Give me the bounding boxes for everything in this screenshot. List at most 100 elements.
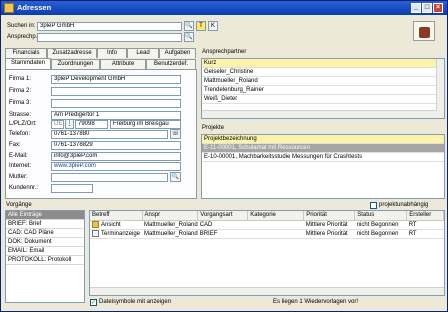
- email-label: E-Mail:: [9, 153, 28, 159]
- projektunabhaengig-checkbox[interactable]: [370, 202, 377, 209]
- tab-zusatzadresse[interactable]: Zusatzadresse: [47, 48, 97, 58]
- cell-status: nicht Begonnen: [354, 220, 407, 230]
- projekte-header[interactable]: Projektbezeichnung: [202, 135, 444, 144]
- vorgangsart-filter-list: Alle Einträge BRIEF: Brief CAD: CAD Plän…: [5, 210, 85, 303]
- ansprechpartner-scrollbar[interactable]: [436, 59, 444, 118]
- table-row[interactable]: Terminanzeige Mattmueller_Roland BRIEF M…: [90, 229, 444, 239]
- list-item[interactable]: E-11-00001, Schulamat mit Ressourcen: [202, 144, 444, 153]
- firma2-label: Firma 2:: [9, 88, 32, 94]
- mutter-lookup-icon[interactable]: 🔍: [170, 172, 181, 182]
- column-status[interactable]: Status: [354, 211, 408, 221]
- column-betreff[interactable]: Betreff: [90, 211, 143, 221]
- cell-betreff-text: Terminanzeige: [101, 231, 141, 238]
- list-item[interactable]: Mattmueller_Roland: [202, 77, 444, 86]
- cell-kategorie: [247, 229, 304, 239]
- table-row[interactable]: Ansicht Mattmueller_Roland CAD Mittlere …: [90, 220, 444, 230]
- k-button[interactable]: K: [208, 21, 218, 31]
- list-item[interactable]: Geiseler_Christine: [202, 68, 444, 77]
- tab-benutzerdef[interactable]: Benutzerdef.: [146, 59, 196, 69]
- firma3-field[interactable]: [51, 99, 181, 108]
- cell-betreff: Ansicht: [90, 220, 142, 230]
- tab-financials[interactable]: Financials: [5, 48, 47, 58]
- telefon-field[interactable]: 0761-137880: [51, 130, 168, 139]
- maximize-button[interactable]: □: [422, 3, 432, 13]
- ansprechpartner-header[interactable]: Kurz: [202, 59, 444, 68]
- strasse-label: Strasse:: [9, 112, 32, 118]
- minimize-button[interactable]: _: [411, 3, 421, 13]
- cell-status: nicht Begonnen: [354, 229, 407, 239]
- cell-anspr: Mattmueller_Roland: [142, 229, 198, 239]
- tab-aufgaben[interactable]: Aufgaben: [159, 48, 196, 58]
- tab-zuordnungen[interactable]: Zuordnungen: [51, 59, 100, 69]
- internet-field[interactable]: www.3pleP.com: [51, 162, 181, 171]
- list-item[interactable]: Trendelenburg_Rainer: [202, 86, 444, 95]
- cell-vorgangsart: CAD: [197, 220, 248, 230]
- list-item[interactable]: Alle Einträge: [6, 211, 84, 220]
- dateisymbole-checkbox[interactable]: [90, 299, 97, 306]
- close-button[interactable]: ×: [433, 3, 443, 13]
- ansprech-field[interactable]: [37, 33, 182, 42]
- list-item[interactable]: BRIEF: Brief: [6, 220, 84, 229]
- list-item[interactable]: PROTOKOLL: Protokoll: [6, 256, 84, 265]
- column-anspr[interactable]: Anspr: [142, 211, 199, 221]
- app-icon: [4, 3, 14, 13]
- column-prioritaet[interactable]: Priorität: [303, 211, 356, 221]
- dateisymbole-label: Dateisymbole mit anzeigen: [99, 299, 172, 305]
- cell-ersteller: RT: [406, 220, 444, 230]
- column-ersteller[interactable]: Ersteller: [406, 211, 444, 221]
- vorgaenge-title: Vorgänge: [6, 202, 32, 208]
- search-lookup-icon[interactable]: 🔍: [184, 21, 194, 31]
- cell-betreff-text: Ansicht: [101, 222, 121, 229]
- firma2-field[interactable]: [51, 87, 181, 96]
- fax-label: Fax:: [9, 142, 21, 148]
- telefon-label: Telefon:: [9, 131, 31, 137]
- vorgaenge-hscroll[interactable]: [90, 287, 444, 295]
- plz-field[interactable]: 79098: [75, 120, 108, 129]
- kundennr-label: Kundennr.:: [9, 185, 39, 191]
- lplz-label: L/PLZ/Ort:: [9, 121, 37, 127]
- suchen-label: Suchen in:: [7, 23, 36, 29]
- table-header-row: Betreff Anspr Vorgangsart Kategorie Prio…: [90, 211, 444, 221]
- device-icon[interactable]: [413, 21, 435, 41]
- list-item[interactable]: E-10-00001, Machbarkeitsstudie Messungen…: [202, 153, 444, 162]
- wiedervorlagen-status: Es liegen 1 Wiedervorlagen vor!: [273, 299, 359, 305]
- list-item[interactable]: Weiß_Dieter: [202, 95, 444, 104]
- tab-info[interactable]: Info: [97, 48, 127, 58]
- cell-anspr: Mattmueller_Roland: [142, 220, 198, 230]
- suchen-field[interactable]: 3pleP GmbH: [37, 22, 182, 31]
- list-item[interactable]: CAD: CAD Pläne: [6, 229, 84, 238]
- adressen-window: Adressen _ □ × Suchen in: 3pleP GmbH 🔍 T…: [0, 0, 448, 312]
- land-field[interactable]: DE: [51, 120, 64, 129]
- mutter-field[interactable]: [51, 173, 168, 182]
- tab-stammdaten[interactable]: Stammdaten: [5, 58, 51, 69]
- cell-kategorie: [247, 220, 304, 230]
- cell-ersteller: RT: [406, 229, 444, 239]
- land-dropdown-icon[interactable]: ⋮: [65, 119, 74, 129]
- ansprech-label: Ansprechp.: [7, 34, 38, 40]
- column-kategorie[interactable]: Kategorie: [247, 211, 305, 221]
- email-field[interactable]: info@3pleP.com: [51, 152, 181, 161]
- firma3-label: Firma 3:: [9, 100, 32, 106]
- column-vorgangsart[interactable]: Vorgangsart: [197, 211, 249, 221]
- internet-label: Internet:: [9, 163, 32, 169]
- fax-field[interactable]: 0761-1378829: [51, 141, 181, 150]
- cell-betreff: Terminanzeige: [90, 229, 142, 239]
- ansprechpartner-hscroll[interactable]: [202, 110, 437, 118]
- projekte-list: Projektbezeichnung E-11-00001, Schulamat…: [201, 134, 445, 199]
- tab-attribute[interactable]: Attribute: [100, 59, 146, 69]
- ansprech-lookup-icon[interactable]: 🔍: [184, 32, 194, 42]
- ort-field[interactable]: Freiburg im Breisgau: [110, 120, 181, 129]
- cell-vorgangsart: BRIEF: [197, 229, 248, 239]
- t-button[interactable]: T: [196, 21, 206, 31]
- kundennr-field[interactable]: [51, 184, 93, 193]
- list-item[interactable]: DOK: Dokument: [6, 238, 84, 247]
- projekte-title: Projekte: [202, 125, 225, 131]
- ansprechpartner-list: Kurz Geiseler_Christine Mattmueller_Rola…: [201, 58, 445, 119]
- tab-lead[interactable]: Lead: [127, 48, 159, 58]
- list-item[interactable]: EMAIL: Email: [6, 247, 84, 256]
- mutter-label: Mutter:: [9, 174, 28, 180]
- firma1-field[interactable]: 3pleP Development GmbH: [51, 75, 181, 84]
- phone-icon[interactable]: ☏: [170, 129, 181, 139]
- window-title: Adressen: [17, 3, 52, 12]
- ansprechpartner-title: Ansprechpartner: [202, 49, 247, 55]
